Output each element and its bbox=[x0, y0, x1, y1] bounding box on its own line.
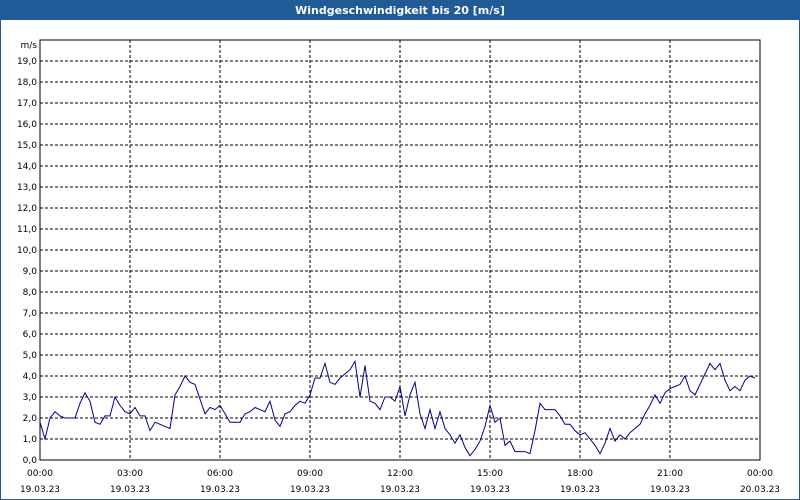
line-chart: m/s 0,0 1,0 2,0 3,0 4,0 5,0 6,0 7,0 8,0 9,0 10,0 11… bbox=[17, 39, 780, 495]
y-tick-label: 10,0 bbox=[17, 246, 37, 256]
x-tick-date: 19.03.23 bbox=[470, 485, 510, 495]
x-tick-time: 06:00 bbox=[207, 469, 233, 479]
y-tick-label: 19,0 bbox=[17, 57, 37, 67]
y-tick-label: 15,0 bbox=[17, 141, 37, 151]
y-tick-label: 4,0 bbox=[23, 372, 38, 382]
y-axis-ticks: 0,0 1,0 2,0 3,0 4,0 5,0 6,0 7,0 8,0 9,0 10,0 11,0 12… bbox=[17, 57, 37, 466]
y-tick-label: 1,0 bbox=[23, 435, 38, 445]
x-tick-time: 00:00 bbox=[27, 469, 53, 479]
y-tick-label: 14,0 bbox=[17, 162, 37, 172]
y-tick-label: 7,0 bbox=[23, 309, 38, 319]
x-tick-time: 00:00 bbox=[747, 469, 773, 479]
y-tick-label: 6,0 bbox=[23, 330, 38, 340]
y-tick-label: 13,0 bbox=[17, 183, 37, 193]
x-tick-date: 19.03.23 bbox=[290, 485, 330, 495]
x-tick-date: 20.03.23 bbox=[740, 485, 780, 495]
y-tick-label: 18,0 bbox=[17, 78, 37, 88]
y-tick-label: 5,0 bbox=[23, 351, 38, 361]
x-tick-time: 09:00 bbox=[297, 469, 323, 479]
series-line bbox=[39, 359, 756, 457]
x-tick-date: 19.03.23 bbox=[560, 485, 600, 495]
y-tick-label: 0,0 bbox=[23, 456, 38, 466]
y-tick-label: 11,0 bbox=[17, 225, 37, 235]
y-axis-unit: m/s bbox=[21, 41, 38, 51]
x-tick-date: 19.03.23 bbox=[650, 485, 690, 495]
x-tick-time: 18:00 bbox=[567, 469, 593, 479]
x-tick-date: 19.03.23 bbox=[110, 485, 150, 495]
y-tick-label: 2,0 bbox=[23, 414, 38, 424]
y-tick-label: 9,0 bbox=[23, 267, 38, 277]
y-tick-label: 17,0 bbox=[17, 99, 37, 109]
x-tick-date: 19.03.23 bbox=[20, 485, 60, 495]
x-tick-date: 19.03.23 bbox=[200, 485, 240, 495]
y-tick-label: 12,0 bbox=[17, 204, 37, 214]
x-tick-time: 15:00 bbox=[477, 469, 503, 479]
y-tick-label: 3,0 bbox=[23, 393, 38, 403]
y-tick-label: 8,0 bbox=[23, 288, 38, 298]
grid-lines bbox=[40, 40, 760, 460]
x-axis-ticks: 00:00 19.03.23 03:00 19.03.23 06:00 19.03.23 0… bbox=[20, 469, 780, 495]
x-tick-date: 19.03.23 bbox=[380, 485, 420, 495]
x-tick-time: 12:00 bbox=[387, 469, 413, 479]
x-tick-time: 03:00 bbox=[117, 469, 143, 479]
x-tick-time: 21:00 bbox=[657, 469, 683, 479]
y-tick-label: 16,0 bbox=[17, 120, 37, 130]
